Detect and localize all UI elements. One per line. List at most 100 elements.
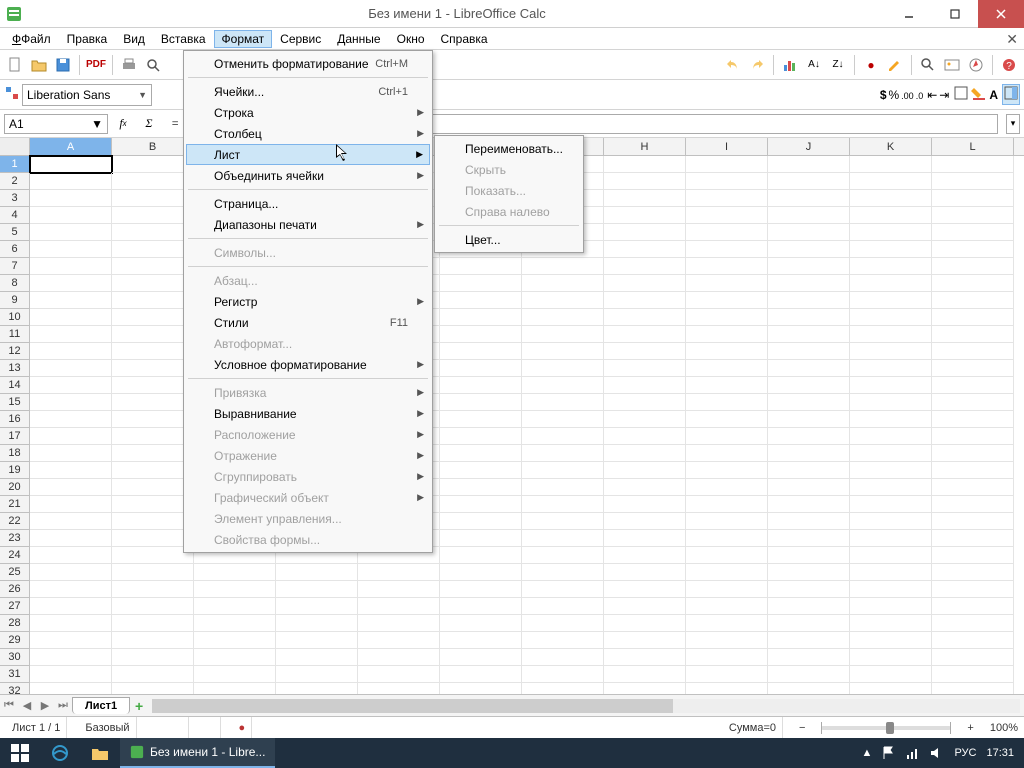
cell[interactable] xyxy=(932,258,1014,275)
cell[interactable] xyxy=(30,632,112,649)
menu-item[interactable]: Строка▶ xyxy=(186,102,430,123)
tray-clock[interactable]: 17:31 xyxy=(986,747,1014,759)
cell[interactable] xyxy=(522,496,604,513)
system-tray[interactable]: ▲ РУС 17:31 xyxy=(852,746,1024,760)
cell[interactable] xyxy=(850,394,932,411)
cell[interactable] xyxy=(768,530,850,547)
cell[interactable] xyxy=(604,343,686,360)
cell[interactable] xyxy=(850,547,932,564)
cell[interactable] xyxy=(850,530,932,547)
cell[interactable] xyxy=(604,241,686,258)
cell[interactable] xyxy=(194,649,276,666)
cell[interactable] xyxy=(932,649,1014,666)
menu-item[interactable]: Отменить форматированиеCtrl+M xyxy=(186,53,430,74)
cell[interactable] xyxy=(932,343,1014,360)
cell[interactable] xyxy=(522,598,604,615)
cell[interactable] xyxy=(112,564,194,581)
cell[interactable] xyxy=(522,683,604,694)
cell[interactable] xyxy=(604,649,686,666)
cell[interactable] xyxy=(30,224,112,241)
select-all-corner[interactable] xyxy=(0,138,30,155)
menu-insert[interactable]: Вставка xyxy=(153,30,214,48)
cell[interactable] xyxy=(112,156,194,173)
menu-item[interactable]: Лист▶ xyxy=(186,144,430,165)
cell[interactable] xyxy=(522,581,604,598)
cell[interactable] xyxy=(768,547,850,564)
sum-icon[interactable]: Σ xyxy=(138,113,160,135)
menu-item[interactable]: СтилиF11 xyxy=(186,312,430,333)
cell[interactable] xyxy=(932,360,1014,377)
zoom-slider[interactable] xyxy=(821,726,951,730)
row-header[interactable]: 4 xyxy=(0,207,30,224)
cell[interactable] xyxy=(768,632,850,649)
cell[interactable] xyxy=(850,581,932,598)
cell[interactable] xyxy=(686,649,768,666)
maximize-button[interactable] xyxy=(932,0,978,28)
cell[interactable] xyxy=(686,258,768,275)
cell[interactable] xyxy=(604,547,686,564)
menu-item[interactable]: Диапазоны печати▶ xyxy=(186,214,430,235)
row-header[interactable]: 2 xyxy=(0,173,30,190)
navigator-icon[interactable] xyxy=(965,54,987,76)
cell[interactable] xyxy=(686,207,768,224)
cell[interactable] xyxy=(686,581,768,598)
cell[interactable] xyxy=(604,598,686,615)
cell[interactable] xyxy=(440,683,522,694)
cell[interactable] xyxy=(358,564,440,581)
cell[interactable] xyxy=(850,666,932,683)
cell[interactable] xyxy=(604,564,686,581)
cell[interactable] xyxy=(30,411,112,428)
col-header[interactable]: K xyxy=(850,138,932,155)
increase-indent-icon[interactable]: ⇥ xyxy=(939,88,949,102)
cell[interactable] xyxy=(30,190,112,207)
cell[interactable] xyxy=(850,275,932,292)
cell[interactable] xyxy=(604,377,686,394)
cell[interactable] xyxy=(358,666,440,683)
cell[interactable] xyxy=(30,479,112,496)
menu-format[interactable]: Формат xyxy=(214,30,273,48)
cell[interactable] xyxy=(440,530,522,547)
cell[interactable] xyxy=(768,326,850,343)
col-header[interactable]: L xyxy=(932,138,1014,155)
cell[interactable] xyxy=(30,547,112,564)
cell[interactable] xyxy=(932,666,1014,683)
sheet-tab-active[interactable]: Лист1 xyxy=(72,697,130,714)
cell[interactable] xyxy=(850,343,932,360)
menu-file[interactable]: ФФайл xyxy=(4,30,59,48)
row-header[interactable]: 18 xyxy=(0,445,30,462)
cell[interactable] xyxy=(440,258,522,275)
cell[interactable] xyxy=(686,173,768,190)
cell[interactable] xyxy=(768,241,850,258)
cell[interactable] xyxy=(768,394,850,411)
cell[interactable] xyxy=(440,343,522,360)
cell[interactable] xyxy=(522,377,604,394)
cell[interactable] xyxy=(522,292,604,309)
cell[interactable] xyxy=(30,530,112,547)
cell[interactable] xyxy=(440,513,522,530)
cell[interactable] xyxy=(604,275,686,292)
cell[interactable] xyxy=(850,479,932,496)
cell[interactable] xyxy=(522,394,604,411)
cell[interactable] xyxy=(768,666,850,683)
cell[interactable] xyxy=(112,581,194,598)
status-selection-mode[interactable] xyxy=(201,717,221,738)
cell[interactable] xyxy=(30,292,112,309)
cell[interactable] xyxy=(768,462,850,479)
cell[interactable] xyxy=(604,258,686,275)
cell[interactable] xyxy=(768,377,850,394)
find-icon[interactable] xyxy=(917,54,939,76)
open-icon[interactable] xyxy=(28,54,50,76)
cell[interactable] xyxy=(440,445,522,462)
taskbar-ie-icon[interactable] xyxy=(40,738,80,768)
cell[interactable] xyxy=(686,666,768,683)
chart-icon[interactable] xyxy=(779,54,801,76)
cell[interactable] xyxy=(30,309,112,326)
cell[interactable] xyxy=(604,309,686,326)
cell[interactable] xyxy=(850,190,932,207)
cell[interactable] xyxy=(440,496,522,513)
cell[interactable] xyxy=(30,445,112,462)
cell[interactable] xyxy=(932,207,1014,224)
row-header[interactable]: 20 xyxy=(0,479,30,496)
cell[interactable] xyxy=(30,241,112,258)
print-preview-icon[interactable] xyxy=(142,54,164,76)
